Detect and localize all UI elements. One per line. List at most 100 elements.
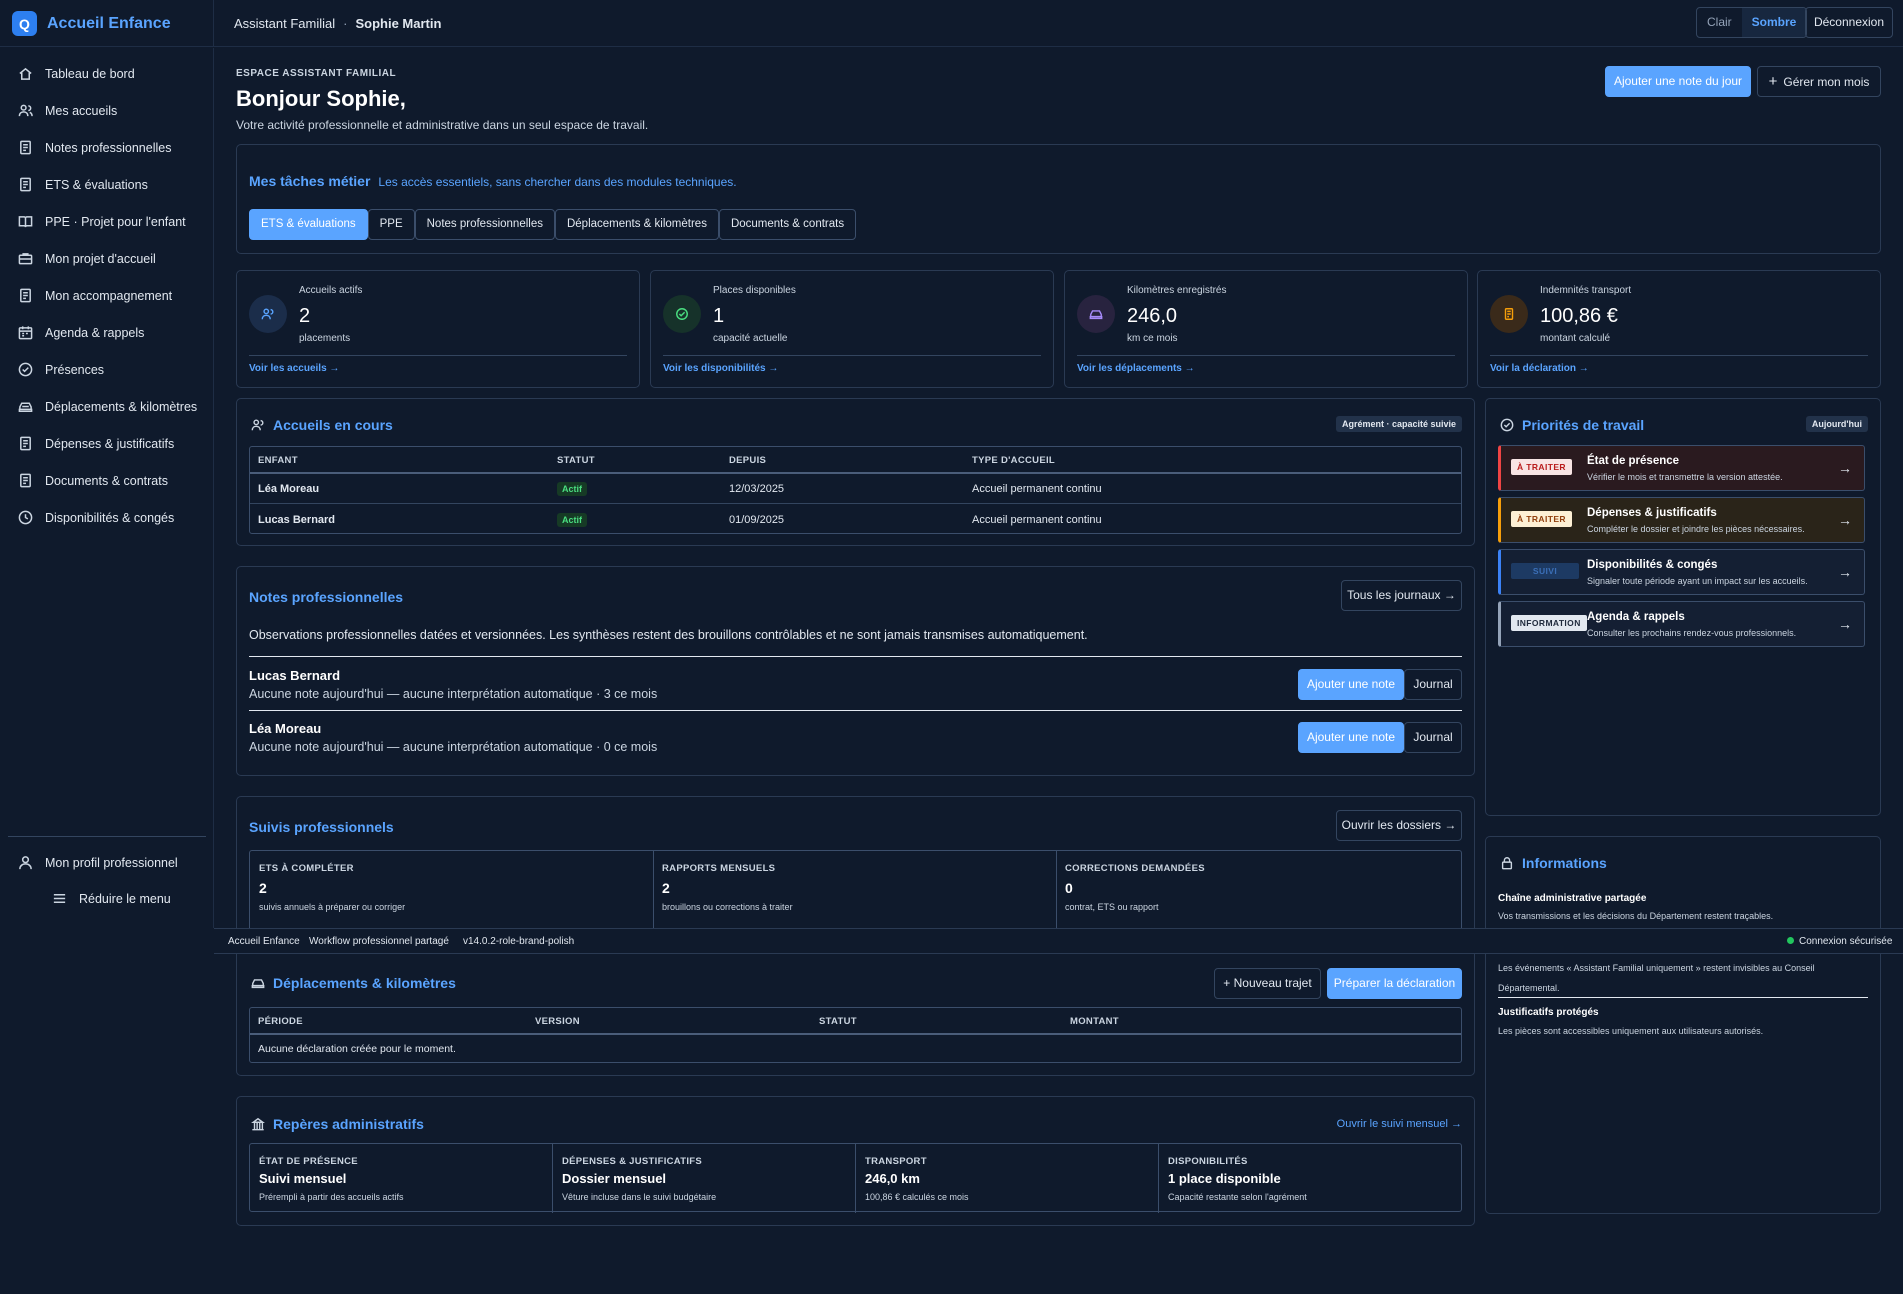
sidebar-item-trips[interactable]: Déplacements & kilomètres: [18, 399, 197, 414]
admin-card: Repères administratifs Ouvrir le suivi m…: [236, 1096, 1475, 1226]
tab-ppe[interactable]: PPE: [367, 209, 415, 240]
child-name: Lucas Bernard: [249, 668, 341, 683]
divider: [1158, 1144, 1159, 1213]
see-placements-link[interactable]: Voir les accueils →: [249, 363, 339, 374]
brand[interactable]: Q Accueil Enfance: [12, 11, 171, 36]
priority-item-expenses[interactable]: À TRAITER Dépenses & justificatifs Compl…: [1498, 497, 1865, 543]
followup-value: 0: [1065, 880, 1073, 896]
notes-title: Notes professionnelles: [249, 589, 404, 605]
admin-title: Repères administratifs: [273, 1116, 424, 1132]
sidebar-item-placements[interactable]: Mes accueils: [18, 103, 117, 118]
see-declaration-link[interactable]: Voir la déclaration →: [1490, 363, 1589, 374]
sidebar-item-support[interactable]: Mon accompagnement: [18, 288, 172, 303]
sidebar-item-availability[interactable]: Disponibilités & congés: [18, 510, 174, 525]
sidebar-item-agenda[interactable]: Agenda & rappels: [18, 325, 144, 340]
info-text: Les événements « Assistant Familial uniq…: [1498, 963, 1815, 993]
divider: [250, 472, 1461, 474]
admin-label: DISPONIBILITÉS: [1168, 1156, 1248, 1167]
admin-header: Repères administratifs: [251, 1116, 424, 1132]
divider: [249, 656, 1462, 657]
footer-bar: Accueil Enfance Workflow professionnel p…: [214, 928, 1903, 954]
trips-table: PÉRIODE VERSION STATUT MONTANT Aucune dé…: [249, 1007, 1462, 1063]
theme-dark-button[interactable]: Sombre: [1741, 8, 1807, 37]
top-bar: Q Accueil Enfance Assistant Familial · S…: [0, 0, 1903, 47]
page-eyebrow: ESPACE ASSISTANT FAMILIAL: [236, 68, 397, 79]
sidebar-item-ets[interactable]: ETS & évaluations: [18, 177, 148, 192]
collapse-menu-button[interactable]: Réduire le menu: [52, 891, 171, 906]
priority-item-agenda[interactable]: INFORMATION Agenda & rappels Consulter l…: [1498, 601, 1865, 647]
followup-value: 2: [259, 880, 267, 896]
sidebar-item-notes[interactable]: Notes professionnelles: [18, 140, 171, 155]
collapse-menu-label: Réduire le menu: [79, 891, 171, 906]
followup-label: CORRECTIONS DEMANDÉES: [1065, 863, 1205, 874]
logout-button[interactable]: Déconnexion: [1805, 7, 1893, 38]
sidebar-item-ppe[interactable]: PPE · Projet pour l'enfant: [18, 214, 186, 229]
see-availability-link[interactable]: Voir les disponibilités →: [663, 363, 778, 374]
priority-tag: À TRAITER: [1511, 459, 1572, 475]
priorities-card: Priorités de travail Aujourd'hui À TRAIT…: [1485, 398, 1881, 816]
priority-item-presence[interactable]: À TRAITER État de présence Vérifier le m…: [1498, 445, 1865, 491]
sidebar-item-label: Mon accompagnement: [45, 288, 173, 303]
kpi-value: 246,0: [1127, 305, 1178, 327]
info-heading: Chaîne administrative partagée: [1498, 893, 1647, 904]
document-icon: [20, 473, 31, 488]
arrow-right-icon: →: [1838, 564, 1852, 580]
new-trip-button[interactable]: + Nouveau trajet: [1214, 968, 1321, 999]
priority-item-availability[interactable]: SUIVI Disponibilités & congés Signaler t…: [1498, 549, 1865, 595]
open-monthly-link[interactable]: Ouvrir le suivi mensuel →: [1337, 1118, 1462, 1130]
document-icon: [20, 140, 31, 155]
sidebar-item-presence[interactable]: Présences: [18, 362, 104, 377]
tab-documents[interactable]: Documents & contrats: [718, 209, 857, 240]
sidebar-divider: [8, 836, 206, 837]
add-note-button[interactable]: Ajouter une note: [1298, 669, 1404, 700]
notes-card: Notes professionnelles Tous les journaux…: [236, 566, 1475, 776]
kpi-label: Indemnités transport: [1540, 285, 1632, 296]
add-note-button[interactable]: Ajouter une note: [1298, 722, 1404, 753]
manage-month-button[interactable]: + Gérer mon mois: [1757, 66, 1881, 97]
status-badge: Actif: [557, 513, 587, 527]
admin-desc: Capacité restante selon l'agrément: [1168, 1192, 1307, 1202]
tab-trips[interactable]: Déplacements & kilomètres: [554, 209, 719, 240]
sidebar-item-label: Dépenses & justificatifs: [45, 436, 175, 451]
sidebar-item-profile[interactable]: Mon profil professionnel: [18, 855, 178, 870]
admin-value: 246,0 km: [865, 1171, 920, 1186]
priority-tag: INFORMATION: [1511, 615, 1587, 631]
add-note-of-day-button[interactable]: Ajouter une note du jour: [1605, 66, 1751, 97]
followups-grid: ETS À COMPLÉTER 2 suivis annuels à prépa…: [249, 850, 1462, 941]
information-card-continued: Les événements « Assistant Familial uniq…: [1485, 954, 1881, 1214]
trips-card: Déplacements & kilomètres + Nouveau traj…: [236, 954, 1475, 1076]
divider: [552, 1144, 553, 1213]
theme-light-button[interactable]: Clair: [1697, 8, 1742, 37]
tasks-card: Mes tâches métier Les accès essentiels, …: [236, 144, 1881, 254]
info-text: Vos transmissions et les décisions du Dé…: [1498, 911, 1774, 921]
check-circle-icon: [663, 295, 701, 333]
tab-notes[interactable]: Notes professionnelles: [414, 209, 555, 240]
manage-month-label: Gérer mon mois: [1783, 75, 1870, 89]
journal-button[interactable]: Journal: [1404, 722, 1462, 753]
open-files-button[interactable]: Ouvrir les dossiers →: [1336, 810, 1462, 841]
check-circle-icon: [18, 362, 33, 377]
followup-desc: contrat, ETS ou rapport: [1065, 902, 1159, 912]
page-title: Bonjour Sophie,: [236, 86, 406, 111]
tab-ets[interactable]: ETS & évaluations: [249, 209, 368, 240]
priorities-title: Priorités de travail: [1522, 417, 1645, 433]
calendar-icon: [18, 326, 33, 340]
users-icon: [18, 104, 33, 117]
users-icon: [251, 419, 264, 431]
prepare-declaration-button[interactable]: Préparer la déclaration: [1327, 968, 1462, 999]
all-journals-button[interactable]: Tous les journaux →: [1341, 580, 1462, 611]
column-header: STATUT: [557, 455, 595, 466]
clock-icon: [18, 510, 33, 525]
kpi-card-transport: Indemnités transport 100,86 € montant ca…: [1477, 270, 1881, 388]
divider: [1490, 355, 1868, 356]
kpi-card-placements: Accueils actifs 2 placements Voir les ac…: [236, 270, 640, 388]
column-header: PÉRIODE: [258, 1016, 303, 1027]
sidebar-item-dashboard[interactable]: Tableau de bord: [18, 66, 135, 81]
journal-button[interactable]: Journal: [1404, 669, 1462, 700]
sidebar-item-documents[interactable]: Documents & contrats: [18, 473, 168, 488]
admin-desc: 100,86 € calculés ce mois: [865, 1192, 969, 1202]
arrow-right-icon: →: [1838, 512, 1852, 528]
see-trips-link[interactable]: Voir les déplacements →: [1077, 363, 1195, 374]
sidebar-item-expenses[interactable]: Dépenses & justificatifs: [18, 436, 174, 451]
sidebar-item-project[interactable]: Mon projet d'accueil: [18, 251, 156, 266]
